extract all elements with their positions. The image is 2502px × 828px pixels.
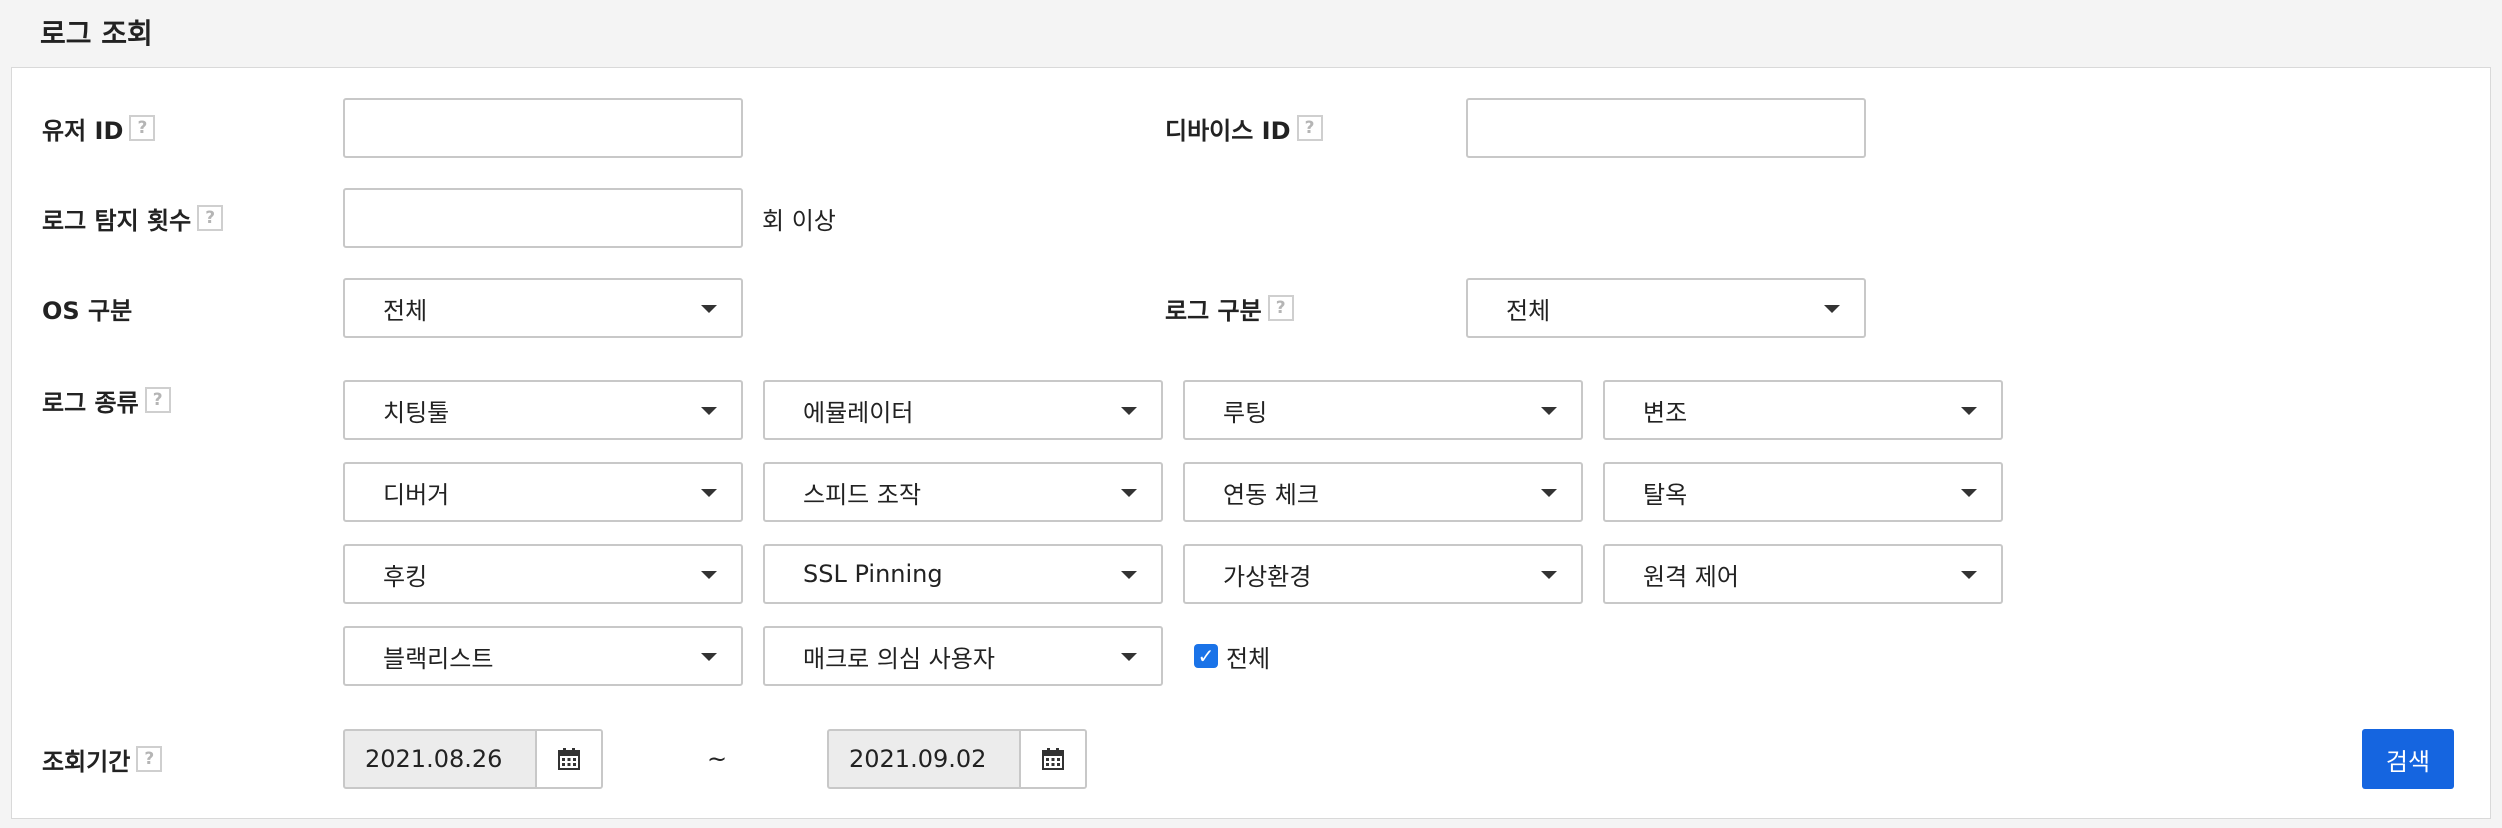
log-type-select-tamper[interactable]: 변조 <box>1603 380 2003 440</box>
start-date-picker[interactable]: 2021.08.26 <box>343 729 603 789</box>
end-date-picker[interactable]: 2021.09.02 <box>827 729 1087 789</box>
log-type-select-ssl-pinning[interactable]: SSL Pinning <box>763 544 1163 604</box>
caret-down-icon <box>1824 305 1840 313</box>
log-type-select-hooking[interactable]: 후킹 <box>343 544 743 604</box>
detect-count-input[interactable] <box>343 188 743 248</box>
page-title: 로그 조회 <box>40 17 153 50</box>
help-icon[interactable]: ? <box>144 387 171 413</box>
log-type-select-emulator[interactable]: 에뮬레이터 <box>763 380 1163 440</box>
log-type-select-jailbreak[interactable]: 탈옥 <box>1603 462 2003 522</box>
period-label-text: 조회기간 <box>42 747 131 776</box>
calendar-icon[interactable] <box>1019 731 1085 787</box>
log-category-select[interactable]: 전체 <box>1466 278 1866 338</box>
search-button[interactable]: 검색 <box>2362 729 2454 789</box>
log-category-select-value: 전체 <box>1506 296 1551 325</box>
calendar-icon[interactable] <box>535 731 601 787</box>
log-type-select-virtual-env[interactable]: 가상환경 <box>1183 544 1583 604</box>
log-type-select-macro-suspect[interactable]: 매크로 의심 사용자 <box>763 626 1163 686</box>
help-icon[interactable]: ? <box>129 115 156 141</box>
user-id-label-text: 유저 ID <box>42 116 124 145</box>
log-type-select-value: 루팅 <box>1223 398 1268 427</box>
log-type-select-value: 스피드 조작 <box>803 480 922 509</box>
help-icon[interactable]: ? <box>1296 115 1323 141</box>
log-type-select-debugger[interactable]: 디버거 <box>343 462 743 522</box>
log-type-select-cheat-tool[interactable]: 치팅툴 <box>343 380 743 440</box>
log-type-select-value: 매크로 의심 사용자 <box>803 644 995 673</box>
checkbox-checked-icon[interactable]: ✓ <box>1194 644 1218 668</box>
log-type-select-value: 치팅툴 <box>383 398 450 427</box>
user-id-input[interactable] <box>343 98 743 158</box>
os-label-text: OS 구분 <box>42 296 133 325</box>
caret-down-icon <box>1541 407 1557 415</box>
period-label: 조회기간 ? <box>42 729 163 789</box>
caret-down-icon <box>701 305 717 313</box>
caret-down-icon <box>1961 489 1977 497</box>
period-separator: ~ <box>707 745 728 773</box>
os-select-value: 전체 <box>383 296 428 325</box>
caret-down-icon <box>1121 653 1137 661</box>
caret-down-icon <box>1121 571 1137 579</box>
log-category-label-text: 로그 구분 <box>1165 296 1262 325</box>
detect-count-suffix: 회 이상 <box>762 206 836 235</box>
log-type-select-value: 가상환경 <box>1223 562 1312 591</box>
help-icon[interactable]: ? <box>136 746 163 772</box>
log-type-select-value: 탈옥 <box>1643 480 1688 509</box>
log-type-label: 로그 종류 ? <box>42 370 171 430</box>
caret-down-icon <box>1541 489 1557 497</box>
caret-down-icon <box>1961 571 1977 579</box>
detect-count-label-text: 로그 탐지 횟수 <box>42 206 192 235</box>
caret-down-icon <box>701 653 717 661</box>
log-type-select-value: 변조 <box>1643 398 1688 427</box>
log-type-select-value: 블랙리스트 <box>383 644 494 673</box>
caret-down-icon <box>1541 571 1557 579</box>
log-type-select-rooting[interactable]: 루팅 <box>1183 380 1583 440</box>
device-id-label-text: 디바이스 ID <box>1165 116 1291 145</box>
log-type-select-speed-hack[interactable]: 스피드 조작 <box>763 462 1163 522</box>
caret-down-icon <box>701 571 717 579</box>
log-type-select-value: SSL Pinning <box>803 560 943 588</box>
log-type-select-value: 연동 체크 <box>1223 480 1319 509</box>
detect-count-label: 로그 탐지 횟수 ? <box>42 188 224 248</box>
log-type-select-value: 후킹 <box>383 562 428 591</box>
log-type-all-checkbox[interactable]: ✓ 전체 <box>1194 626 1270 686</box>
device-id-label: 디바이스 ID ? <box>1165 98 1323 158</box>
log-type-label-text: 로그 종류 <box>42 388 139 417</box>
log-type-select-remote-control[interactable]: 원격 제어 <box>1603 544 2003 604</box>
log-type-all-label: 전체 <box>1226 644 1271 673</box>
caret-down-icon <box>1121 407 1137 415</box>
log-type-select-link-check[interactable]: 연동 체크 <box>1183 462 1583 522</box>
start-date-input[interactable]: 2021.08.26 <box>345 745 535 773</box>
end-date-input[interactable]: 2021.09.02 <box>829 745 1019 773</box>
help-icon[interactable]: ? <box>1267 295 1294 321</box>
device-id-input[interactable] <box>1466 98 1866 158</box>
log-type-select-value: 디버거 <box>383 480 450 509</box>
user-id-label: 유저 ID ? <box>42 98 156 158</box>
log-category-label: 로그 구분 ? <box>1165 278 1294 338</box>
log-type-select-blacklist[interactable]: 블랙리스트 <box>343 626 743 686</box>
caret-down-icon <box>1961 407 1977 415</box>
os-select[interactable]: 전체 <box>343 278 743 338</box>
caret-down-icon <box>701 407 717 415</box>
log-search-panel: 유저 ID ? 디바이스 ID ? 로그 탐지 횟수 ? 회 이상 OS 구분 … <box>11 67 2491 819</box>
caret-down-icon <box>1121 489 1137 497</box>
log-type-select-value: 에뮬레이터 <box>803 398 914 427</box>
os-label: OS 구분 <box>42 278 132 338</box>
help-icon[interactable]: ? <box>197 205 224 231</box>
caret-down-icon <box>701 489 717 497</box>
log-type-select-value: 원격 제어 <box>1643 562 1739 591</box>
